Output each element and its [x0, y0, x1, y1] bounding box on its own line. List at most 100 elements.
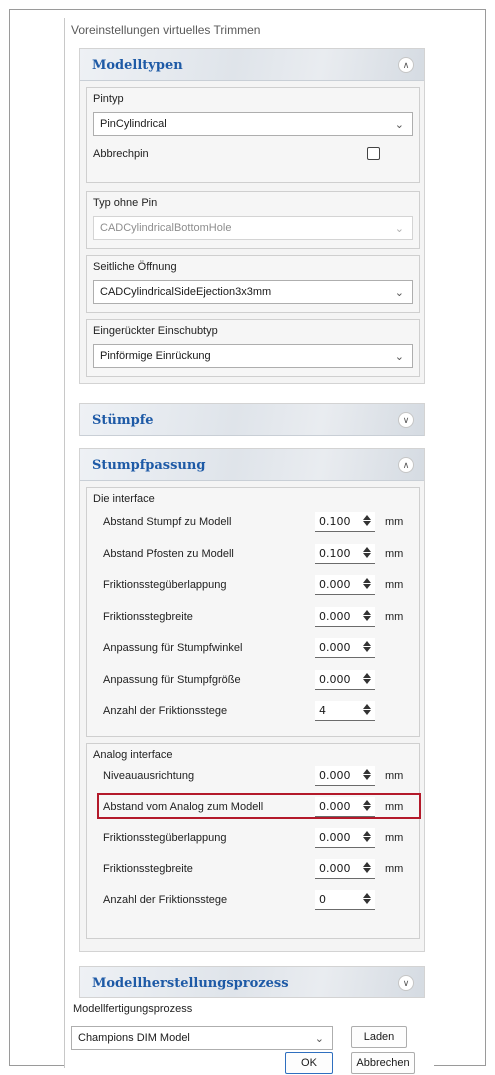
pintyp-value: PinCylindrical: [100, 118, 167, 130]
section-title: Modelltypen: [92, 58, 183, 73]
cancel-button[interactable]: Abbrechen: [351, 1052, 415, 1074]
chevron-down-icon: ⌄: [394, 351, 404, 363]
spinbox[interactable]: 0: [315, 890, 375, 910]
presets-dialog: Voreinstellungen virtuelles Trimmen Mode…: [64, 18, 434, 1074]
spinbox-value: 0.000: [319, 641, 351, 654]
unit-label: mm: [385, 863, 404, 875]
groupbox-typ-ohne-pin: Typ ohne Pin CADCylindricalBottomHole ⌄: [86, 191, 420, 249]
spinbox[interactable]: 0.100: [315, 543, 375, 564]
ok-button[interactable]: OK: [285, 1052, 333, 1074]
field-label: Friktionsstegüberlappung: [103, 579, 227, 591]
field-label: Abstand Pfosten zu Modell: [103, 547, 234, 560]
field-label: Anzahl der Friktionsstege: [103, 894, 228, 906]
spin-arrows-icon[interactable]: [362, 514, 372, 530]
spinbox-value: 0.000: [319, 769, 351, 782]
chevron-down-icon: ⌄: [394, 119, 404, 131]
section-herstellung: Modellherstellungsprozess ∨: [79, 966, 425, 1000]
field-label: Anpassung für Stumpfgröße: [103, 673, 241, 686]
spin-arrows-icon[interactable]: [362, 672, 372, 688]
section-title: Stumpfpassung: [92, 458, 206, 473]
groupbox-einschubtyp: Eingerückter Einschubtyp Pinförmige Einr…: [86, 319, 420, 377]
einschubtyp-select[interactable]: Pinförmige Einrückung ⌄: [93, 344, 413, 368]
fertigungsprozess-value: Champions DIM Model: [78, 1032, 190, 1044]
field-label: Niveauausrichtung: [103, 770, 195, 782]
analog-interface-label: Analog interface: [93, 749, 173, 761]
chevron-double-down-icon[interactable]: ∨: [398, 412, 414, 428]
field-label: Friktionsstegbreite: [103, 610, 193, 623]
spinbox[interactable]: 0.000: [315, 859, 375, 879]
spinbox[interactable]: 0.100: [315, 512, 375, 532]
section-title: Stümpfe: [92, 413, 154, 428]
section-stumpfpassung: Stumpfpassung ∧ Die interface Abstand St…: [79, 448, 425, 952]
spinbox[interactable]: 0.000: [315, 766, 375, 786]
einschubtyp-label: Eingerückter Einschubtyp: [93, 325, 218, 337]
spinbox-value: 0.000: [319, 831, 351, 844]
section-header-herstellung[interactable]: Modellherstellungsprozess ∨: [79, 966, 425, 998]
chevron-down-icon: ⌄: [394, 287, 404, 299]
chevron-double-down-icon[interactable]: ∨: [398, 975, 414, 991]
unit-label: mm: [385, 610, 404, 623]
chevron-double-up-icon[interactable]: ∧: [398, 57, 414, 73]
spinbox-value: 0.000: [319, 862, 351, 875]
seitliche-oeffnung-value: CADCylindricalSideEjection3x3mm: [100, 286, 272, 298]
field-label: Abstand Stumpf zu Modell: [103, 516, 232, 528]
spinbox[interactable]: 0.000: [315, 575, 375, 595]
typ-ohne-pin-select[interactable]: CADCylindricalBottomHole ⌄: [93, 216, 413, 240]
unit-label: mm: [385, 832, 404, 844]
spin-arrows-icon[interactable]: [362, 577, 372, 593]
spinbox[interactable]: 0.000: [315, 606, 375, 627]
spinbox-value: 0.100: [319, 546, 351, 560]
section-header-stumpfpassung[interactable]: Stumpfpassung ∧: [80, 449, 424, 481]
spin-arrows-icon[interactable]: [362, 861, 372, 877]
spin-arrows-icon[interactable]: [362, 546, 372, 562]
abbrechpin-label: Abbrechpin: [93, 148, 149, 160]
groupbox-analog-interface: Analog interface Niveauausrichtung 0.000 m…: [86, 743, 421, 939]
spinbox[interactable]: 0.000: [315, 638, 375, 658]
spin-arrows-icon[interactable]: [362, 892, 372, 908]
spinbox-value: 0: [319, 893, 326, 906]
seitliche-oeffnung-select[interactable]: CADCylindricalSideEjection3x3mm ⌄: [93, 280, 413, 304]
fertigungsprozess-label: Modellfertigungsprozess: [73, 1003, 193, 1015]
dialog-title: Voreinstellungen virtuelles Trimmen: [71, 23, 261, 37]
unit-label: mm: [385, 516, 404, 528]
spinbox[interactable]: 0.000: [315, 828, 375, 848]
abbrechpin-checkbox[interactable]: [367, 147, 380, 160]
load-button[interactable]: Laden: [351, 1026, 407, 1048]
chevron-double-up-icon[interactable]: ∧: [398, 457, 414, 473]
field-label: Friktionsstegüberlappung: [103, 832, 227, 844]
spinbox-value: 4: [319, 704, 326, 717]
fertigungsprozess-select[interactable]: Champions DIM Model ⌄: [71, 1026, 333, 1050]
spin-arrows-icon[interactable]: [362, 703, 372, 719]
section-header-stuempfe[interactable]: Stümpfe ∨: [80, 404, 424, 436]
groupbox-pintyp: Pintyp PinCylindrical ⌄ Abbrechpin: [86, 87, 420, 183]
seitliche-oeffnung-label: Seitliche Öffnung: [93, 261, 177, 273]
field-label: Anzahl der Friktionsstege: [103, 705, 228, 717]
unit-label: mm: [385, 770, 404, 782]
field-label: Friktionsstegbreite: [103, 863, 193, 875]
groupbox-seitliche-oeffnung: Seitliche Öffnung CADCylindricalSideEjec…: [86, 255, 420, 313]
chevron-down-icon: ⌄: [314, 1033, 324, 1045]
spinbox-value: 0.000: [319, 578, 351, 591]
unit-label: mm: [385, 547, 404, 560]
einschubtyp-value: Pinförmige Einrückung: [100, 350, 211, 362]
spinbox-value: 0.000: [319, 609, 351, 623]
section-stuempfe: Stümpfe ∨: [79, 403, 425, 436]
spin-arrows-icon[interactable]: [362, 768, 372, 784]
spin-arrows-icon[interactable]: [362, 609, 372, 625]
typ-ohne-pin-label: Typ ohne Pin: [93, 197, 158, 209]
spinbox-value: 0.000: [319, 672, 351, 686]
groupbox-die-interface: Die interface Abstand Stumpf zu Modell 0.…: [86, 487, 420, 737]
highlight-box: [97, 793, 421, 819]
section-modelltypen: Modelltypen ∧ Pintyp PinCylindrical ⌄ Ab…: [79, 48, 425, 384]
spinbox[interactable]: 4: [315, 701, 375, 721]
unit-label: mm: [385, 579, 404, 591]
pintyp-select[interactable]: PinCylindrical ⌄: [93, 112, 413, 136]
spinbox-value: 0.100: [319, 515, 351, 528]
die-interface-label: Die interface: [93, 493, 155, 505]
spin-arrows-icon[interactable]: [362, 640, 372, 656]
typ-ohne-pin-value: CADCylindricalBottomHole: [100, 222, 232, 234]
section-header-modelltypen[interactable]: Modelltypen ∧: [80, 49, 424, 81]
field-label: Anpassung für Stumpfwinkel: [103, 642, 243, 654]
spin-arrows-icon[interactable]: [362, 830, 372, 846]
spinbox[interactable]: 0.000: [315, 669, 375, 690]
